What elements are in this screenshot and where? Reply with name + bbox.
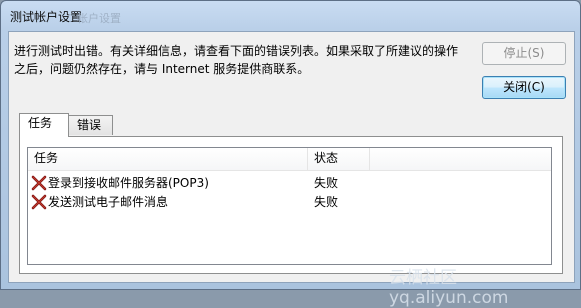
error-x-icon	[31, 194, 47, 210]
list-header: 任务 状态	[28, 148, 551, 171]
row-task-name: 发送测试电子邮件消息	[48, 195, 169, 209]
row-task-name: 登录到接收邮件服务器(POP3)	[48, 176, 209, 190]
table-row[interactable]: 登录到接收邮件服务器(POP3) 失败	[28, 174, 551, 192]
background-window-title: 帐户设置	[77, 12, 121, 25]
title-bar[interactable]: 测试帐户设置 帐户设置	[1, 1, 580, 31]
row-status: 失败	[314, 195, 339, 209]
close-button[interactable]: 关闭(C)	[482, 76, 566, 99]
tasks-tab-panel: 任务 状态 登录到接收邮件服务器(POP3) 失败 发送测试电子邮件消息 失败	[19, 136, 563, 274]
stop-button[interactable]: 停止(S)	[482, 42, 566, 65]
test-account-settings-dialog: 测试帐户设置 帐户设置 进行测试时出错。有关详细信息，请查看下面的错误列表。如果…	[0, 0, 581, 308]
task-list[interactable]: 任务 状态 登录到接收邮件服务器(POP3) 失败 发送测试电子邮件消息 失败	[27, 147, 552, 265]
error-x-icon	[31, 175, 47, 191]
watermark: 云栖社区 yq.aliyun.com	[389, 268, 509, 308]
column-header-status[interactable]: 状态	[308, 148, 370, 170]
window-title: 测试帐户设置	[10, 10, 83, 24]
tab-tasks[interactable]: 任务	[19, 113, 69, 137]
error-message: 进行测试时出错。有关详细信息，请查看下面的错误列表。如果采取了所建议的操作之后，…	[14, 44, 459, 76]
dialog-body: 进行测试时出错。有关详细信息，请查看下面的错误列表。如果采取了所建议的操作之后，…	[8, 31, 575, 283]
row-status: 失败	[314, 176, 339, 190]
tab-errors[interactable]: 错误	[68, 115, 113, 135]
table-row[interactable]: 发送测试电子邮件消息 失败	[28, 193, 551, 211]
column-header-task[interactable]: 任务	[28, 148, 308, 170]
